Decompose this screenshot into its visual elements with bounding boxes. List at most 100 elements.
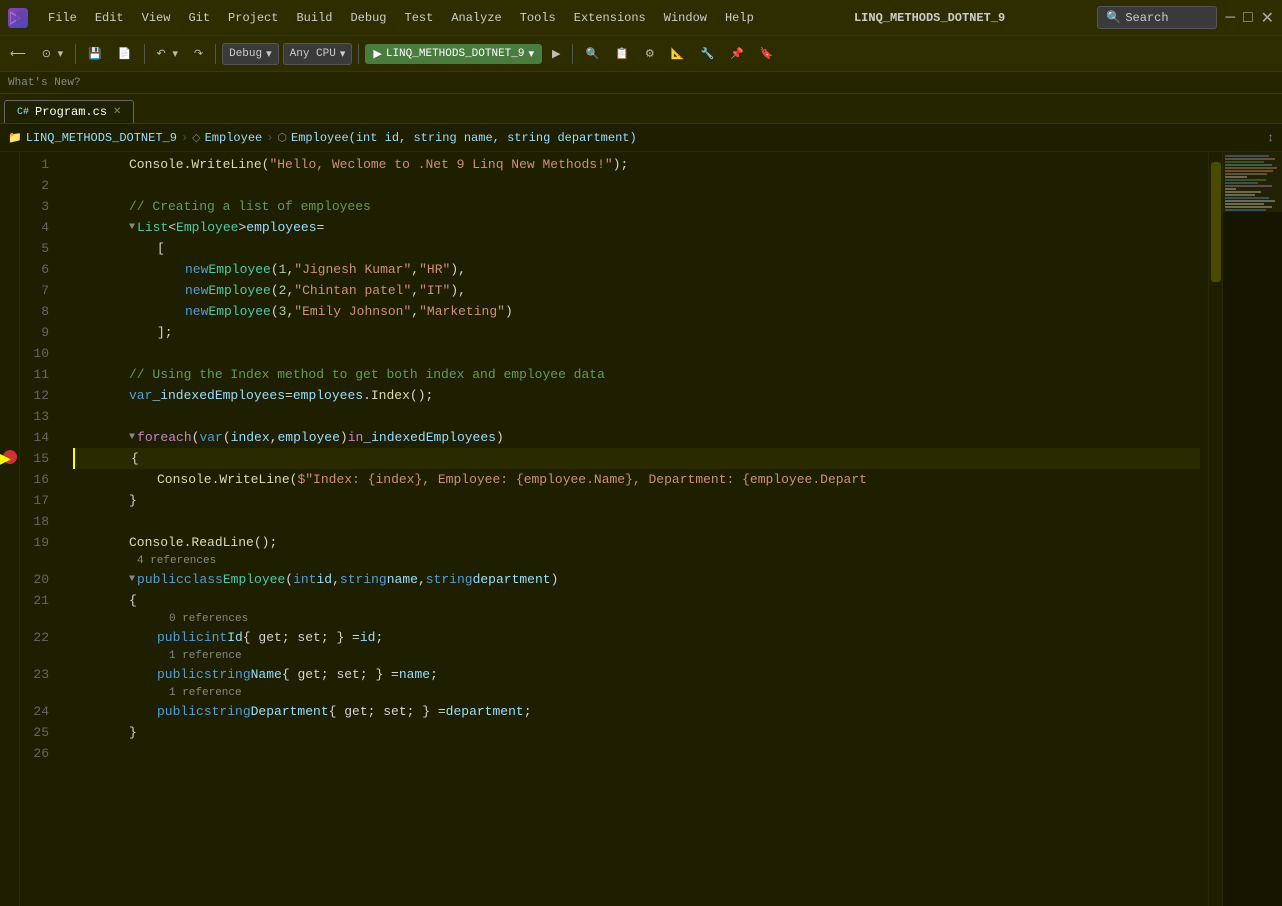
editor-container: ▶ 12345678910111213141516171819202122232… — [0, 152, 1282, 906]
breadcrumb-file-icon: 📁 — [8, 131, 22, 145]
code-line: public string Department { get; set; } =… — [73, 701, 1200, 722]
toolbar-misc-7[interactable]: 🔖 — [754, 44, 780, 64]
menu-edit[interactable]: Edit — [87, 7, 132, 29]
menu-test[interactable]: Test — [397, 7, 442, 29]
menu-file[interactable]: File — [40, 7, 85, 29]
search-icon: 🔍 — [1106, 10, 1121, 25]
platform-dropdown[interactable]: Any CPU ▾ — [283, 43, 353, 65]
line-number: 24 — [20, 701, 57, 722]
ref-hint-line: 1 reference — [73, 648, 1200, 664]
debug-arrow-15: ▶ — [0, 450, 11, 471]
line-number: 2 — [20, 175, 57, 196]
code-line — [73, 343, 1200, 364]
code-line: ▼ List<Employee> employees = — [73, 217, 1200, 238]
minimap-content — [1223, 152, 1282, 214]
toolbar-misc-1[interactable]: 🔍 — [579, 44, 605, 64]
maximize-button[interactable]: □ — [1243, 9, 1253, 27]
title-bar-right: 🔍 Search ─ □ ✕ — [1097, 6, 1274, 29]
breadcrumb-project[interactable]: LINQ_METHODS_DOTNET_9 — [26, 131, 177, 145]
minimap[interactable] — [1222, 152, 1282, 906]
menu-debug[interactable]: Debug — [342, 7, 394, 29]
platform-label: Any CPU — [290, 48, 336, 60]
menu-window[interactable]: Window — [656, 7, 715, 29]
run-icon: ▶ — [373, 47, 381, 61]
breadcrumb-expand-btn[interactable]: ↕ — [1267, 131, 1274, 145]
menu-view[interactable]: View — [134, 7, 179, 29]
toolbar-undo-btn[interactable]: ↶ ▾ — [151, 44, 184, 64]
minimize-button[interactable]: ─ — [1225, 9, 1235, 27]
menu-help[interactable]: Help — [717, 7, 762, 29]
title-bar: File Edit View Git Project Build Debug T… — [0, 0, 1282, 36]
run-arrow: ▾ — [528, 47, 534, 61]
debug-btn[interactable]: ▶ — [546, 44, 566, 64]
toolbar-misc-5[interactable]: 🔧 — [694, 44, 720, 64]
menu-project[interactable]: Project — [220, 7, 286, 29]
tab-program-cs[interactable]: C# Program.cs ✕ — [4, 100, 134, 123]
code-editor[interactable]: Console.WriteLine("Hello, Weclome to .Ne… — [65, 152, 1208, 906]
menu-bar: File Edit View Git Project Build Debug T… — [40, 7, 762, 29]
close-button[interactable]: ✕ — [1261, 8, 1274, 28]
breadcrumb-class[interactable]: Employee — [205, 131, 263, 145]
code-line: // Using the Index method to get both in… — [73, 364, 1200, 385]
line-number: 6 — [20, 259, 57, 280]
editor-scrollbar[interactable] — [1208, 152, 1222, 906]
line-number: 25 — [20, 722, 57, 743]
line-number: 11 — [20, 364, 57, 385]
toolbar-save-btn[interactable]: 💾 — [82, 44, 108, 64]
line-number: 9 — [20, 322, 57, 343]
title-bar-left: File Edit View Git Project Build Debug T… — [8, 7, 762, 29]
code-line — [73, 175, 1200, 196]
toolbar-misc-3[interactable]: ⚙ — [639, 44, 661, 64]
code-line: public int Id { get; set; } = id; — [73, 627, 1200, 648]
toolbar-sep-4 — [358, 44, 359, 64]
window-title: LINQ_METHODS_DOTNET_9 — [854, 11, 1005, 25]
breadcrumb-method-icon: ⬡ — [277, 131, 287, 145]
config-label: Debug — [229, 48, 262, 60]
toolbar-misc-2[interactable]: 📋 — [609, 44, 635, 64]
menu-extensions[interactable]: Extensions — [566, 7, 654, 29]
code-line: } — [73, 722, 1200, 743]
toolbar-sep-3 — [215, 44, 216, 64]
config-dropdown[interactable]: Debug ▾ — [222, 43, 279, 65]
code-line: new Employee(2, "Chintan patel", "IT"), — [73, 280, 1200, 301]
line-number: 23 — [20, 664, 57, 685]
breadcrumb-sep-2: › — [266, 131, 273, 145]
tab-close-btn[interactable]: ✕ — [113, 106, 121, 118]
code-line: { — [73, 448, 1200, 469]
menu-build[interactable]: Build — [288, 7, 340, 29]
menu-tools[interactable]: Tools — [512, 7, 564, 29]
code-line: ▼ public class Employee(int id, string n… — [73, 569, 1200, 590]
ref-hint-line: 4 references — [73, 553, 1200, 569]
run-project-label: LINQ_METHODS_DOTNET_9 — [386, 48, 525, 60]
search-bar[interactable]: 🔍 Search — [1097, 6, 1217, 29]
toolbar-back-btn[interactable]: ⟵ — [4, 44, 32, 64]
toolbar-new-btn[interactable]: 📄 — [112, 44, 138, 64]
menu-git[interactable]: Git — [180, 7, 218, 29]
breadcrumb-method[interactable]: Employee(int id, string name, string dep… — [291, 131, 637, 145]
code-line — [73, 743, 1200, 764]
line-number: 4 — [20, 217, 57, 238]
run-button[interactable]: ▶ LINQ_METHODS_DOTNET_9 ▾ — [365, 44, 542, 64]
line-number: 15 — [20, 448, 57, 469]
menu-analyze[interactable]: Analyze — [443, 7, 509, 29]
code-line: Console.WriteLine("Hello, Weclome to .Ne… — [73, 154, 1200, 175]
toolbar-redo-btn[interactable]: ↷ — [188, 44, 209, 64]
ref-hint-line: 1 reference — [73, 685, 1200, 701]
line-number: 13 — [20, 406, 57, 427]
toolbar-misc-6[interactable]: 📌 — [724, 44, 750, 64]
code-line: new Employee(3, "Emily Johnson", "Market… — [73, 301, 1200, 322]
code-line: Console.ReadLine(); — [73, 532, 1200, 553]
scrollbar-thumb[interactable] — [1211, 162, 1221, 282]
line-number — [20, 648, 57, 664]
code-line: var _indexedEmployees = employees.Index(… — [73, 385, 1200, 406]
toolbar-nav-btns[interactable]: ⊙ ▾ — [36, 44, 69, 64]
toolbar-misc-4[interactable]: 📐 — [665, 44, 691, 64]
line-number: 10 — [20, 343, 57, 364]
tab-icon: C# — [17, 107, 29, 118]
breadcrumb-class-icon: ◇ — [192, 131, 200, 145]
breakpoint-gutter[interactable]: ▶ — [0, 152, 20, 906]
line-number: 26 — [20, 743, 57, 764]
whats-new-label[interactable]: What's New? — [8, 77, 81, 89]
line-number: 5 — [20, 238, 57, 259]
toolbar-sep-2 — [144, 44, 145, 64]
